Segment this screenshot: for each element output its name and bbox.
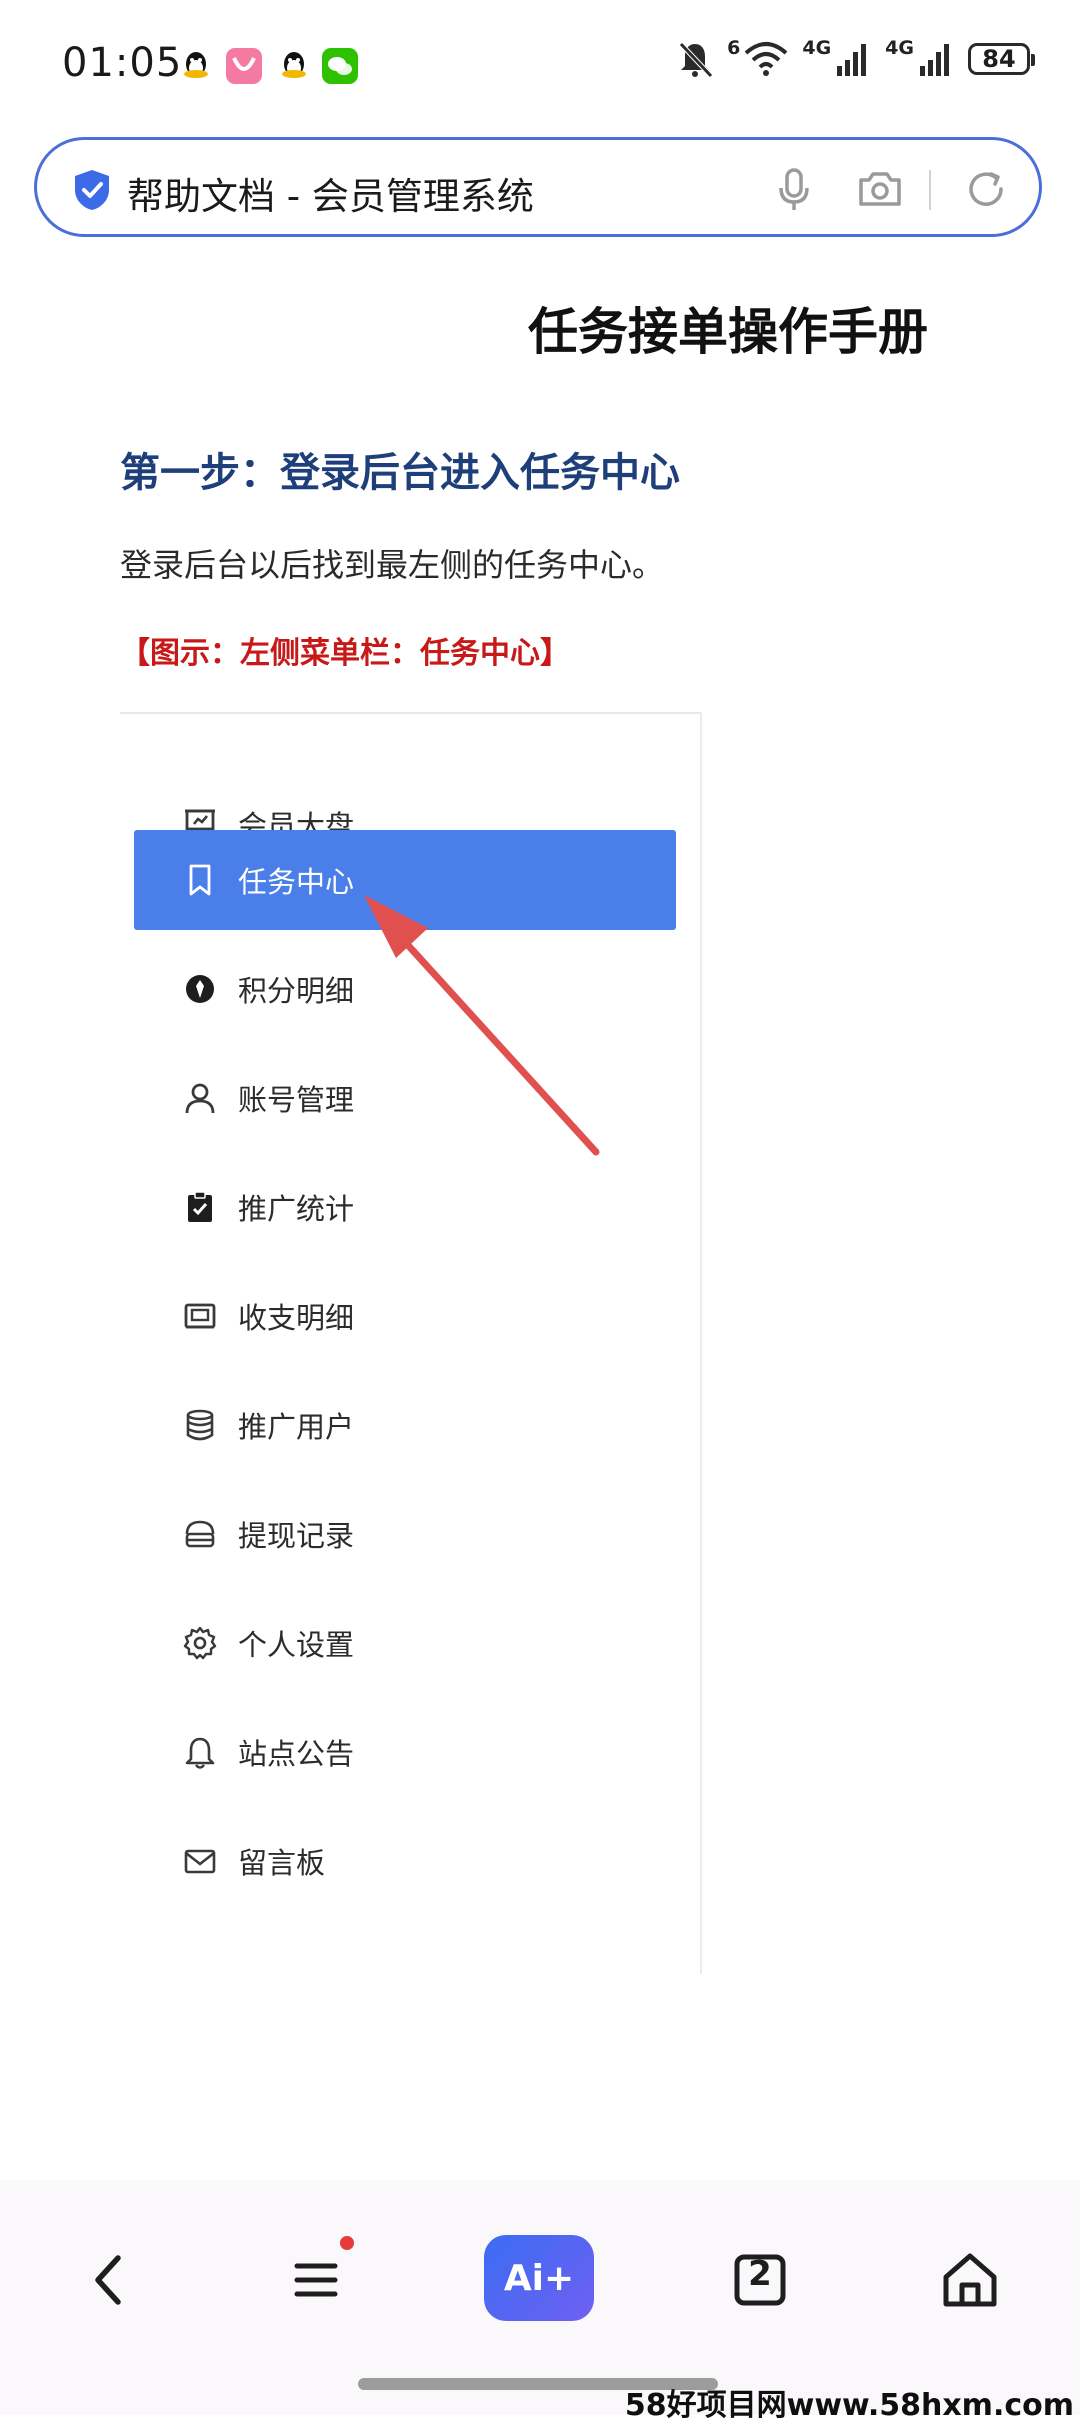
camera-icon[interactable]: [855, 164, 905, 214]
qq-icon: [276, 48, 312, 84]
wifi-badge: 6: [727, 37, 741, 59]
sidebar-item-label: 账号管理: [238, 1083, 355, 1117]
wifi-icon: [745, 42, 788, 76]
paragraph: 登录后台以后找到最左侧的任务中心。: [120, 546, 665, 584]
sidebar-item-points: 积分明细: [134, 939, 676, 1039]
sidebar-item-label: 个人设置: [238, 1628, 355, 1662]
sidebar-item-income: 收支明细: [134, 1266, 676, 1366]
back-button[interactable]: [68, 2240, 148, 2320]
menu-icon: [294, 2263, 338, 2297]
mail-icon: [182, 1843, 218, 1879]
divider: [929, 170, 931, 210]
tabs-count: 2: [748, 2254, 772, 2294]
notification-dot: [340, 2236, 354, 2250]
database-icon: [182, 1407, 218, 1443]
mute-bell-icon: [679, 42, 713, 78]
sidebar-item-label: 收支明细: [238, 1301, 355, 1335]
sidebar-item-settings: 个人设置: [134, 1593, 676, 1693]
user-icon: [182, 1080, 218, 1116]
withdraw-icon: [182, 1516, 218, 1552]
refresh-icon[interactable]: [961, 164, 1011, 214]
signal-icon: [837, 44, 867, 76]
home-button[interactable]: [930, 2240, 1010, 2320]
points-icon: [182, 971, 218, 1007]
status-time: 01:05: [62, 40, 183, 86]
sidebar-item-message-board: 留言板: [134, 1811, 676, 1911]
app-icon: [226, 48, 262, 84]
sidebar-item-label: 推广用户: [238, 1410, 355, 1444]
sidebar-item-task-center: 任务中心: [134, 830, 676, 930]
status-icons: 6 4G 4G 84: [677, 37, 1035, 78]
battery-indicator: 84: [968, 43, 1035, 75]
signal-icon: [920, 44, 949, 76]
sidebar-item-promo-users: 推广用户: [134, 1375, 676, 1475]
sidebar-item-withdraw: 提现记录: [134, 1484, 676, 1584]
network-label: 4G: [802, 37, 832, 59]
bell-icon: [182, 1734, 218, 1770]
qq-icon: [178, 48, 214, 84]
sidebar-item-label: 站点公告: [238, 1737, 355, 1771]
address-bar[interactable]: 帮助文档 - 会员管理系统: [34, 137, 1042, 237]
wechat-icon: [322, 48, 358, 84]
wallet-icon: [182, 1298, 218, 1334]
figure-caption: 【图示：左侧菜单栏：任务中心】: [120, 636, 570, 671]
tabs-button[interactable]: 2: [720, 2240, 800, 2320]
step-heading: 第一步：登录后台进入任务中心: [120, 450, 680, 496]
sidebar-item-label: 提现记录: [238, 1519, 355, 1553]
watermark: 58好项目网www.58hxm.com: [624, 2388, 1074, 2423]
page-title[interactable]: 帮助文档 - 会员管理系统: [127, 166, 534, 220]
home-icon: [943, 2253, 997, 2307]
sidebar-menu-screenshot: 会员大盘 任务中心 积分明细 账号管理 推广统计 收支明细 推广用户 提现记录 …: [120, 712, 702, 1974]
sidebar-item-label: 留言板: [238, 1846, 326, 1880]
microphone-icon[interactable]: [769, 164, 819, 214]
gear-icon: [182, 1625, 218, 1661]
shield-icon: [75, 170, 109, 210]
status-bar: 01:05 6 4G 4G 84: [0, 0, 1080, 130]
back-icon: [95, 2255, 121, 2305]
bookmark-icon: [182, 862, 218, 898]
network-label: 4G: [885, 37, 914, 59]
menu-button[interactable]: [276, 2240, 356, 2320]
ai-button[interactable]: Ai+: [484, 2235, 594, 2321]
sidebar-item-label: 推广统计: [238, 1192, 355, 1226]
sidebar-item-account: 账号管理: [134, 1048, 676, 1148]
document-title: 任务接单操作手册: [528, 303, 928, 361]
sidebar-item-announcements: 站点公告: [134, 1702, 676, 1802]
sidebar-item-label: 积分明细: [238, 974, 355, 1008]
clipboard-icon: [182, 1189, 218, 1225]
sidebar-item-label: 任务中心: [238, 865, 355, 899]
sidebar-item-promo-stats: 推广统计: [134, 1157, 676, 1257]
